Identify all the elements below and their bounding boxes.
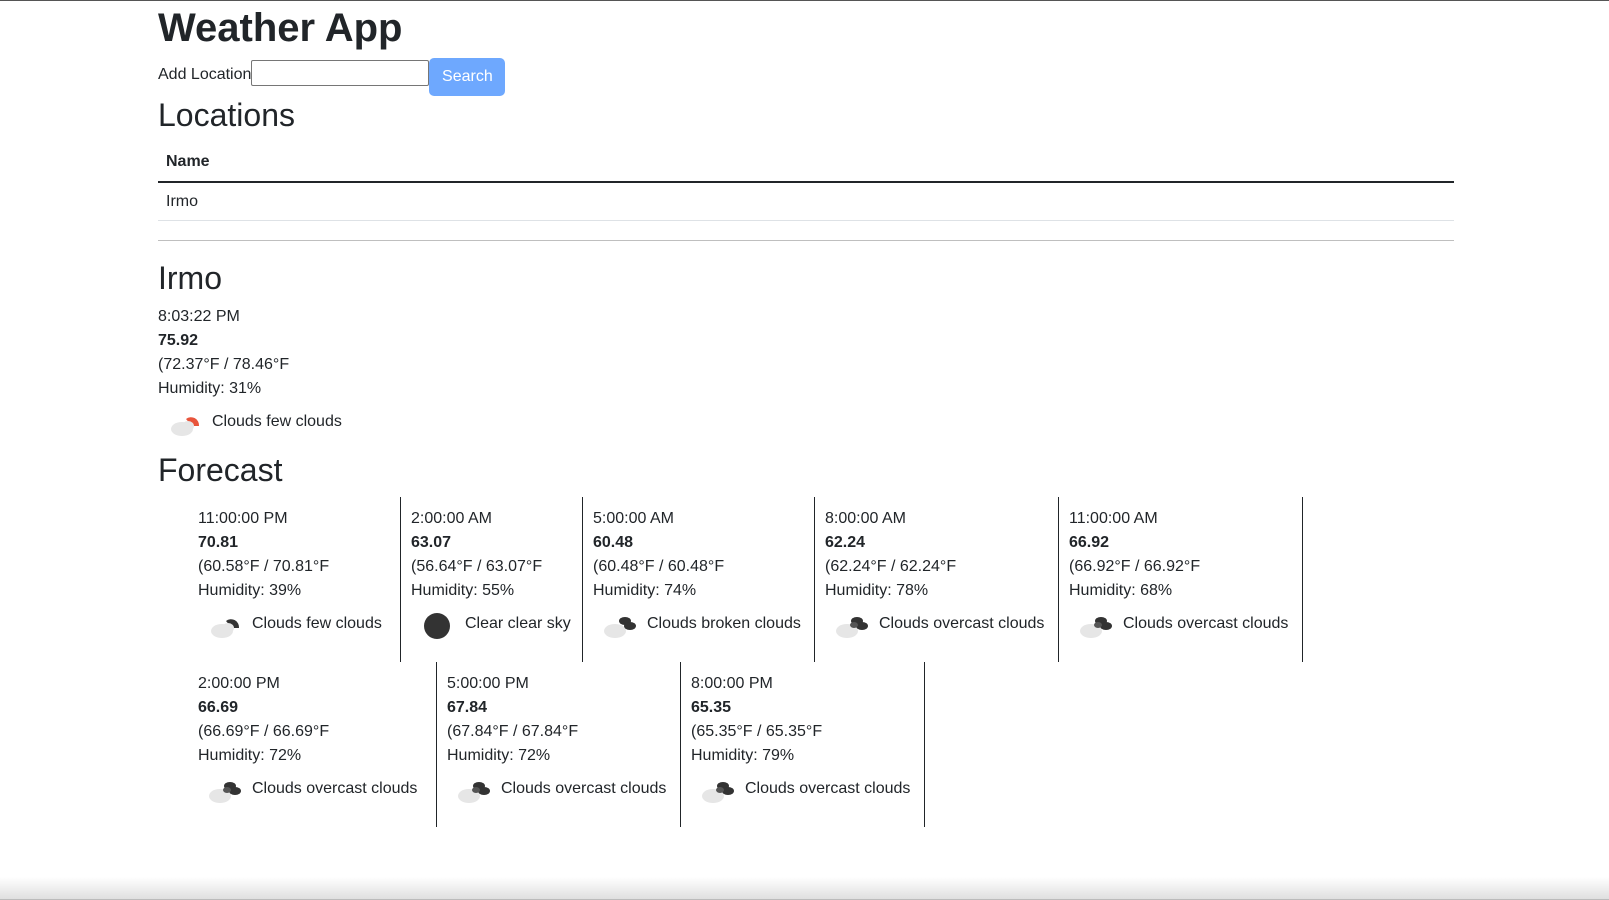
table-row[interactable]: Irmo xyxy=(158,182,1454,221)
forecast-condition: Clouds overcast clouds xyxy=(825,607,1048,641)
current-condition-text: Clouds few clouds xyxy=(212,413,342,430)
forecast-condition-text: Clouds overcast clouds xyxy=(1123,615,1289,632)
forecast-card: 8:00:00 PM 65.35 (65.35°F / 65.35°F Humi… xyxy=(681,662,925,827)
forecast-humidity: Humidity: 79% xyxy=(691,747,795,764)
forecast-condition: Clouds overcast clouds xyxy=(198,772,426,806)
forecast-card: 8:00:00 AM 62.24 (62.24°F / 62.24°F Humi… xyxy=(815,497,1059,662)
app-title: Weather App xyxy=(158,6,403,50)
forecast-condition: Clear clear sky xyxy=(411,607,572,641)
broken-clouds-icon xyxy=(601,609,639,639)
window-bottom-edge xyxy=(0,877,1609,900)
forecast-temp: 66.92 xyxy=(1069,534,1110,551)
forecast-condition: Clouds overcast clouds xyxy=(447,772,670,806)
forecast-range: (65.35°F / 65.35°F xyxy=(691,723,823,740)
forecast-humidity: Humidity: 39% xyxy=(198,582,302,599)
forecast-time: 5:00:00 PM xyxy=(447,675,529,692)
forecast-range: (62.24°F / 62.24°F xyxy=(825,558,957,575)
forecast-condition: Clouds overcast clouds xyxy=(691,772,914,806)
forecast-time: 5:00:00 AM xyxy=(593,510,674,527)
forecast-card: 5:00:00 AM 60.48 (60.48°F / 60.48°F Humi… xyxy=(583,497,815,662)
forecast-condition-text: Clouds broken clouds xyxy=(647,615,801,632)
overcast-clouds-icon xyxy=(206,774,244,804)
forecast-condition-text: Clouds overcast clouds xyxy=(745,780,911,797)
forecast-time: 11:00:00 AM xyxy=(1069,510,1158,527)
forecast-temp: 70.81 xyxy=(198,534,239,551)
forecast-condition-text: Clear clear sky xyxy=(465,615,571,632)
forecast-row: 11:00:00 PM 70.81 (60.58°F / 70.81°F Hum… xyxy=(198,497,1303,662)
current-weather: 8:03:22 PM 75.92 (72.37°F / 78.46°F Humi… xyxy=(158,305,342,439)
forecast-range: (66.92°F / 66.92°F xyxy=(1069,558,1201,575)
forecast-condition-text: Clouds overcast clouds xyxy=(501,780,667,797)
forecast-time: 11:00:00 PM xyxy=(198,510,288,527)
forecast-temp: 62.24 xyxy=(825,534,866,551)
few-clouds-icon xyxy=(206,609,244,639)
forecast-card: 2:00:00 PM 66.69 (66.69°F / 66.69°F Humi… xyxy=(198,662,437,827)
forecast-temp: 66.69 xyxy=(198,699,239,716)
locations-heading: Locations xyxy=(158,97,295,133)
overcast-clouds-icon xyxy=(455,774,493,804)
locations-table: Name Irmo xyxy=(158,143,1454,221)
forecast-time: 2:00:00 PM xyxy=(198,675,280,692)
forecast-range: (66.69°F / 66.69°F xyxy=(198,723,330,740)
forecast-card: 11:00:00 AM 66.92 (66.92°F / 66.92°F Hum… xyxy=(1059,497,1303,662)
forecast-range: (67.84°F / 67.84°F xyxy=(447,723,579,740)
overcast-clouds-icon xyxy=(1077,609,1115,639)
forecast-condition: Clouds few clouds xyxy=(198,607,390,641)
forecast-humidity: Humidity: 72% xyxy=(447,747,551,764)
forecast-condition-text: Clouds overcast clouds xyxy=(252,780,418,797)
forecast-time: 8:00:00 AM xyxy=(825,510,906,527)
forecast-temp: 63.07 xyxy=(411,534,452,551)
forecast-heading: Forecast xyxy=(158,452,283,488)
browser-viewport: Weather App Add Location Search Location… xyxy=(0,0,1609,900)
forecast-humidity: Humidity: 68% xyxy=(1069,582,1173,599)
current-condition: Clouds few clouds xyxy=(158,405,342,439)
overcast-clouds-icon xyxy=(699,774,737,804)
forecast-condition-text: Clouds overcast clouds xyxy=(879,615,1045,632)
forecast-time: 2:00:00 AM xyxy=(411,510,492,527)
forecast-card: 11:00:00 PM 70.81 (60.58°F / 70.81°F Hum… xyxy=(198,497,401,662)
forecast-humidity: Humidity: 72% xyxy=(198,747,302,764)
forecast-condition: Clouds overcast clouds xyxy=(1069,607,1292,641)
forecast-row: 2:00:00 PM 66.69 (66.69°F / 66.69°F Humi… xyxy=(198,662,1303,827)
location-name-cell[interactable]: Irmo xyxy=(158,182,1454,221)
search-button[interactable]: Search xyxy=(429,58,506,96)
forecast-humidity: Humidity: 78% xyxy=(825,582,929,599)
forecast-condition: Clouds broken clouds xyxy=(593,607,804,641)
add-location-form: Add Location Search xyxy=(158,58,506,96)
forecast-humidity: Humidity: 74% xyxy=(593,582,697,599)
section-divider xyxy=(158,240,1454,241)
forecast-temp: 67.84 xyxy=(447,699,488,716)
forecast-condition-text: Clouds few clouds xyxy=(252,615,382,632)
clear-sky-icon xyxy=(419,609,457,639)
forecast-temp: 65.35 xyxy=(691,699,732,716)
current-humidity: Humidity: 31% xyxy=(158,380,262,397)
forecast-temp: 60.48 xyxy=(593,534,634,551)
current-city-heading: Irmo xyxy=(158,260,222,296)
add-location-label: Add Location xyxy=(158,66,252,83)
overcast-clouds-icon xyxy=(833,609,871,639)
current-range: (72.37°F / 78.46°F xyxy=(158,356,290,373)
forecast-card: 5:00:00 PM 67.84 (67.84°F / 67.84°F Humi… xyxy=(437,662,681,827)
forecast-grid: 11:00:00 PM 70.81 (60.58°F / 70.81°F Hum… xyxy=(198,497,1303,827)
forecast-range: (60.58°F / 70.81°F xyxy=(198,558,330,575)
forecast-range: (56.64°F / 63.07°F xyxy=(411,558,543,575)
forecast-time: 8:00:00 PM xyxy=(691,675,773,692)
few-clouds-night-icon xyxy=(166,407,204,437)
forecast-card: 2:00:00 AM 63.07 (56.64°F / 63.07°F Humi… xyxy=(401,497,583,662)
forecast-humidity: Humidity: 55% xyxy=(411,582,515,599)
forecast-range: (60.48°F / 60.48°F xyxy=(593,558,725,575)
table-header-row: Name xyxy=(158,143,1454,183)
column-header-name: Name xyxy=(158,143,1454,183)
current-temp: 75.92 xyxy=(158,332,199,349)
location-input[interactable] xyxy=(251,60,430,86)
current-time: 8:03:22 PM xyxy=(158,308,240,325)
